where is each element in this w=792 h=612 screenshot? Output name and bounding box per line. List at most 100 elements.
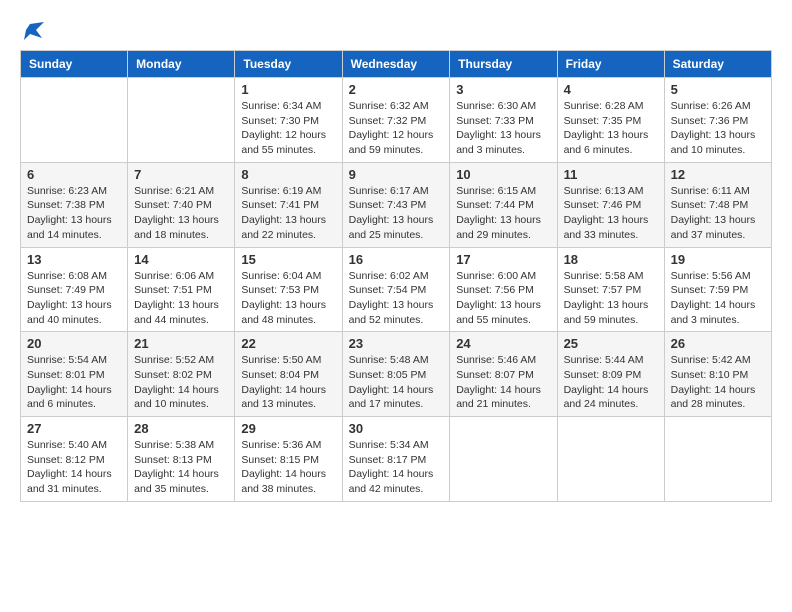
day-number: 18	[564, 252, 658, 267]
calendar-cell: 29 Sunrise: 5:36 AM Sunset: 8:15 PM Dayli…	[235, 417, 342, 502]
day-number: 23	[349, 336, 444, 351]
calendar-cell: 27 Sunrise: 5:40 AM Sunset: 8:12 PM Dayli…	[21, 417, 128, 502]
calendar-cell: 8 Sunrise: 6:19 AM Sunset: 7:41 PM Daylig…	[235, 162, 342, 247]
day-number: 8	[241, 167, 335, 182]
day-number: 24	[456, 336, 550, 351]
day-info: Sunrise: 5:54 AM Sunset: 8:01 PM Dayligh…	[27, 353, 121, 412]
day-info: Sunrise: 5:38 AM Sunset: 8:13 PM Dayligh…	[134, 438, 228, 497]
day-info: Sunrise: 6:32 AM Sunset: 7:32 PM Dayligh…	[349, 99, 444, 158]
day-number: 11	[564, 167, 658, 182]
calendar-week-row: 27 Sunrise: 5:40 AM Sunset: 8:12 PM Dayli…	[21, 417, 772, 502]
day-number: 4	[564, 82, 658, 97]
day-info: Sunrise: 6:19 AM Sunset: 7:41 PM Dayligh…	[241, 184, 335, 243]
day-info: Sunrise: 6:30 AM Sunset: 7:33 PM Dayligh…	[456, 99, 550, 158]
day-info: Sunrise: 5:56 AM Sunset: 7:59 PM Dayligh…	[671, 269, 765, 328]
day-number: 9	[349, 167, 444, 182]
calendar-week-row: 1 Sunrise: 6:34 AM Sunset: 7:30 PM Daylig…	[21, 78, 772, 163]
day-info: Sunrise: 5:34 AM Sunset: 8:17 PM Dayligh…	[349, 438, 444, 497]
day-number: 16	[349, 252, 444, 267]
day-number: 10	[456, 167, 550, 182]
calendar-cell: 20 Sunrise: 5:54 AM Sunset: 8:01 PM Dayli…	[21, 332, 128, 417]
day-number: 15	[241, 252, 335, 267]
day-number: 20	[27, 336, 121, 351]
calendar-cell: 14 Sunrise: 6:06 AM Sunset: 7:51 PM Dayli…	[128, 247, 235, 332]
calendar-cell: 17Sunrise: 6:00 AM Sunset: 7:56 PM Dayli…	[450, 247, 557, 332]
header-monday: Monday	[128, 51, 235, 78]
header-thursday: Thursday	[450, 51, 557, 78]
day-info: Sunrise: 5:40 AM Sunset: 8:12 PM Dayligh…	[27, 438, 121, 497]
day-number: 28	[134, 421, 228, 436]
day-number: 25	[564, 336, 658, 351]
calendar-cell: 24Sunrise: 5:46 AM Sunset: 8:07 PM Dayli…	[450, 332, 557, 417]
day-info: Sunrise: 6:08 AM Sunset: 7:49 PM Dayligh…	[27, 269, 121, 328]
day-number: 26	[671, 336, 765, 351]
calendar-cell: 28 Sunrise: 5:38 AM Sunset: 8:13 PM Dayli…	[128, 417, 235, 502]
day-number: 5	[671, 82, 765, 97]
day-info: Sunrise: 6:06 AM Sunset: 7:51 PM Dayligh…	[134, 269, 228, 328]
calendar-table: SundayMondayTuesdayWednesdayThursdayFrid…	[20, 50, 772, 502]
day-number: 21	[134, 336, 228, 351]
day-number: 14	[134, 252, 228, 267]
calendar-cell: 1 Sunrise: 6:34 AM Sunset: 7:30 PM Daylig…	[235, 78, 342, 163]
calendar-cell	[450, 417, 557, 502]
day-info: Sunrise: 6:28 AM Sunset: 7:35 PM Dayligh…	[564, 99, 658, 158]
day-number: 27	[27, 421, 121, 436]
day-number: 7	[134, 167, 228, 182]
day-number: 29	[241, 421, 335, 436]
day-info: Sunrise: 5:58 AM Sunset: 7:57 PM Dayligh…	[564, 269, 658, 328]
calendar-cell: 22Sunrise: 5:50 AM Sunset: 8:04 PM Dayli…	[235, 332, 342, 417]
day-info: Sunrise: 5:48 AM Sunset: 8:05 PM Dayligh…	[349, 353, 444, 412]
calendar-cell: 12 Sunrise: 6:11 AM Sunset: 7:48 PM Dayli…	[664, 162, 771, 247]
calendar-cell: 6 Sunrise: 6:23 AM Sunset: 7:38 PM Daylig…	[21, 162, 128, 247]
calendar-cell: 23 Sunrise: 5:48 AM Sunset: 8:05 PM Dayli…	[342, 332, 450, 417]
calendar-cell: 19 Sunrise: 5:56 AM Sunset: 7:59 PM Dayli…	[664, 247, 771, 332]
day-info: Sunrise: 5:44 AM Sunset: 8:09 PM Dayligh…	[564, 353, 658, 412]
calendar-cell: 21 Sunrise: 5:52 AM Sunset: 8:02 PM Dayli…	[128, 332, 235, 417]
calendar-cell: 18 Sunrise: 5:58 AM Sunset: 7:57 PM Dayli…	[557, 247, 664, 332]
day-info: Sunrise: 6:02 AM Sunset: 7:54 PM Dayligh…	[349, 269, 444, 328]
calendar-cell: 3 Sunrise: 6:30 AM Sunset: 7:33 PM Daylig…	[450, 78, 557, 163]
day-info: Sunrise: 5:42 AM Sunset: 8:10 PM Dayligh…	[671, 353, 765, 412]
day-number: 3	[456, 82, 550, 97]
day-number: 19	[671, 252, 765, 267]
day-number: 30	[349, 421, 444, 436]
day-number: 2	[349, 82, 444, 97]
day-info: Sunrise: 5:52 AM Sunset: 8:02 PM Dayligh…	[134, 353, 228, 412]
day-info: Sunrise: 6:15 AM Sunset: 7:44 PM Dayligh…	[456, 184, 550, 243]
logo	[20, 20, 44, 40]
calendar-cell: 7 Sunrise: 6:21 AM Sunset: 7:40 PM Daylig…	[128, 162, 235, 247]
calendar-cell	[664, 417, 771, 502]
header-sunday: Sunday	[21, 51, 128, 78]
calendar-week-row: 6 Sunrise: 6:23 AM Sunset: 7:38 PM Daylig…	[21, 162, 772, 247]
calendar-cell	[557, 417, 664, 502]
calendar-cell: 10 Sunrise: 6:15 AM Sunset: 7:44 PM Dayli…	[450, 162, 557, 247]
calendar-cell: 16 Sunrise: 6:02 AM Sunset: 7:54 PM Dayli…	[342, 247, 450, 332]
day-info: Sunrise: 6:11 AM Sunset: 7:48 PM Dayligh…	[671, 184, 765, 243]
calendar-cell	[128, 78, 235, 163]
calendar-cell: 4 Sunrise: 6:28 AM Sunset: 7:35 PM Daylig…	[557, 78, 664, 163]
day-info: Sunrise: 6:13 AM Sunset: 7:46 PM Dayligh…	[564, 184, 658, 243]
day-number: 1	[241, 82, 335, 97]
day-number: 6	[27, 167, 121, 182]
day-number: 17	[456, 252, 550, 267]
day-info: Sunrise: 5:36 AM Sunset: 8:15 PM Dayligh…	[241, 438, 335, 497]
calendar-cell: 9Sunrise: 6:17 AM Sunset: 7:43 PM Daylig…	[342, 162, 450, 247]
calendar-cell	[21, 78, 128, 163]
day-info: Sunrise: 6:21 AM Sunset: 7:40 PM Dayligh…	[134, 184, 228, 243]
calendar-cell: 11 Sunrise: 6:13 AM Sunset: 7:46 PM Dayli…	[557, 162, 664, 247]
calendar-cell: 26 Sunrise: 5:42 AM Sunset: 8:10 PM Dayli…	[664, 332, 771, 417]
header-wednesday: Wednesday	[342, 51, 450, 78]
day-info: Sunrise: 6:26 AM Sunset: 7:36 PM Dayligh…	[671, 99, 765, 158]
calendar-cell: 2 Sunrise: 6:32 AM Sunset: 7:32 PM Daylig…	[342, 78, 450, 163]
calendar-week-row: 20 Sunrise: 5:54 AM Sunset: 8:01 PM Dayli…	[21, 332, 772, 417]
day-number: 13	[27, 252, 121, 267]
day-info: Sunrise: 6:23 AM Sunset: 7:38 PM Dayligh…	[27, 184, 121, 243]
calendar-cell: 15 Sunrise: 6:04 AM Sunset: 7:53 PM Dayli…	[235, 247, 342, 332]
day-info: Sunrise: 6:34 AM Sunset: 7:30 PM Dayligh…	[241, 99, 335, 158]
header-friday: Friday	[557, 51, 664, 78]
day-info: Sunrise: 5:50 AM Sunset: 8:04 PM Dayligh…	[241, 353, 335, 412]
day-info: Sunrise: 6:04 AM Sunset: 7:53 PM Dayligh…	[241, 269, 335, 328]
calendar-header-row: SundayMondayTuesdayWednesdayThursdayFrid…	[21, 51, 772, 78]
day-number: 12	[671, 167, 765, 182]
calendar-cell: 13 Sunrise: 6:08 AM Sunset: 7:49 PM Dayli…	[21, 247, 128, 332]
